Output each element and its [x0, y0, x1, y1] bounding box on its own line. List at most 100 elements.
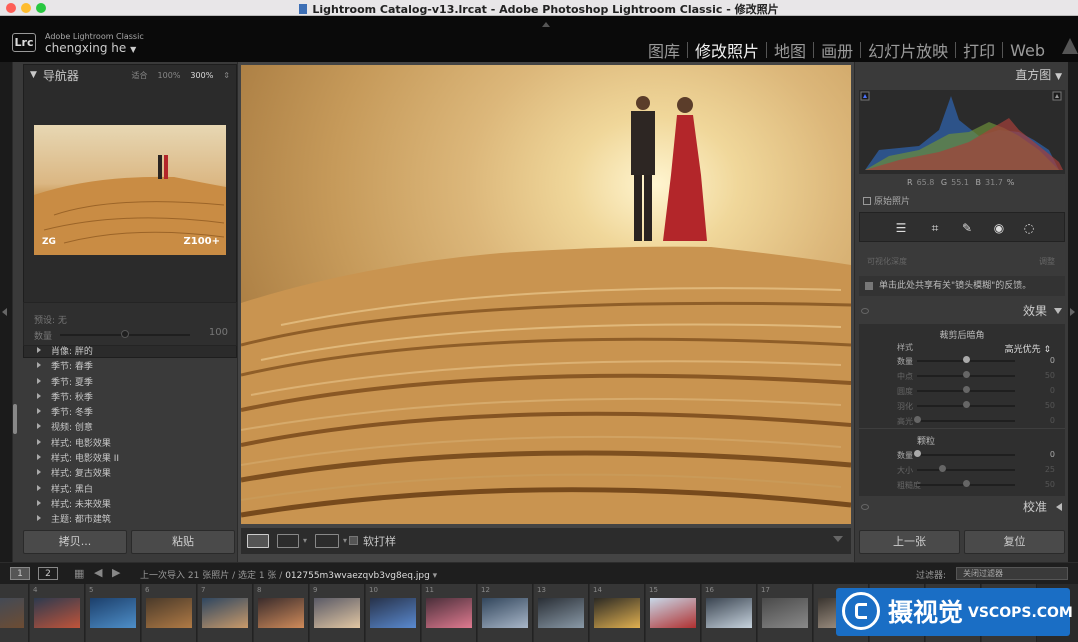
effects-collapse-icon[interactable]	[1054, 308, 1062, 314]
expand-triangle-icon[interactable]	[37, 515, 41, 522]
module-tab[interactable]: Web	[1003, 41, 1052, 60]
expand-triangle-icon[interactable]	[37, 484, 41, 491]
filmstrip-thumbnail[interactable]: 7	[198, 584, 253, 642]
calibration-expand-icon[interactable]	[1056, 503, 1062, 511]
right-panel-toggle-icon[interactable]	[1062, 38, 1078, 54]
filmstrip-thumbnail[interactable]: 4	[30, 584, 85, 642]
expand-triangle-icon[interactable]	[37, 438, 41, 445]
navigator-preview[interactable]: ZG Z100+	[34, 125, 226, 255]
preset-folder[interactable]: 主题: 都市建筑	[37, 513, 237, 528]
slider-row[interactable]: 高光 0	[859, 414, 1065, 428]
filmstrip-thumbnail[interactable]: 15	[646, 584, 701, 642]
zoom-stepper-icon[interactable]: ⇕	[223, 71, 230, 80]
expand-triangle-icon[interactable]	[37, 499, 41, 506]
expand-triangle-icon[interactable]	[37, 347, 41, 353]
effects-visibility-icon[interactable]	[861, 308, 869, 314]
original-photo-toggle[interactable]: 原始照片	[863, 194, 910, 207]
calibration-section-header[interactable]: 校准	[859, 498, 1065, 516]
zoom-fit[interactable]: 适合	[132, 70, 148, 81]
copy-button[interactable]: 拷贝...	[23, 530, 127, 554]
slider-value[interactable]: 50	[1045, 401, 1055, 410]
slider-knob[interactable]	[963, 480, 970, 487]
slider-row[interactable]: 数量 0	[859, 448, 1065, 462]
slider-knob[interactable]	[914, 416, 921, 423]
collapse-left-panel-icon[interactable]	[2, 308, 7, 316]
loupe-view-icon[interactable]	[247, 534, 269, 548]
slider-row[interactable]: 圆度 0	[859, 384, 1065, 398]
slider-knob[interactable]	[963, 401, 970, 408]
depth-visualize-row[interactable]: 可视化深度 调整	[859, 254, 1065, 270]
slider-knob[interactable]	[914, 450, 921, 457]
collapse-right-panel-icon[interactable]	[1070, 308, 1075, 316]
red-eye-icon[interactable]: ◉	[992, 221, 1006, 235]
module-tab[interactable]: 修改照片	[688, 38, 766, 62]
slider-value[interactable]: 0	[1050, 416, 1055, 425]
preset-folder[interactable]: 视频: 创意	[37, 421, 237, 436]
left-panel-scrollbar[interactable]	[13, 404, 17, 434]
edit-sliders-icon[interactable]: ☰	[894, 221, 908, 235]
main-photo[interactable]	[241, 65, 851, 524]
preset-folder[interactable]: 季节: 秋季	[37, 391, 237, 406]
healing-icon[interactable]: ✎	[960, 221, 974, 235]
slider-row[interactable]: 数量 0	[859, 354, 1065, 368]
histogram-graph[interactable]	[859, 90, 1065, 174]
paste-button[interactable]: 粘贴	[131, 530, 235, 554]
slider-row[interactable]: 中点 50	[859, 369, 1065, 383]
zoom-100[interactable]: 100%	[158, 71, 181, 80]
expand-triangle-icon[interactable]	[37, 469, 41, 476]
primary-display-button[interactable]: 1	[10, 567, 30, 580]
reset-button[interactable]: 复位	[964, 530, 1065, 554]
slider-track[interactable]	[917, 454, 1015, 456]
grid-view-icon[interactable]: ▦	[74, 567, 84, 580]
slider-value[interactable]: 0	[1050, 386, 1055, 395]
filmstrip-thumbnail[interactable]: 3	[0, 584, 29, 642]
slider-value[interactable]: 0	[1050, 356, 1055, 365]
collapse-top-panel-icon[interactable]	[542, 22, 550, 27]
filmstrip-thumbnail[interactable]: 13	[534, 584, 589, 642]
preset-folder[interactable]: 季节: 春季	[37, 360, 237, 375]
filmstrip-source-info[interactable]: 上一次导入 21 张照片 / 选定 1 张 / 012755m3wvaezqvb…	[140, 568, 437, 581]
slider-row[interactable]: 粗糙度 50	[859, 478, 1065, 492]
module-tab[interactable]: 幻灯片放映	[861, 38, 955, 62]
navigator-collapse-icon[interactable]: ▼	[30, 70, 37, 80]
module-tab[interactable]: 图库	[641, 38, 687, 62]
filmstrip-thumbnail[interactable]: 17	[758, 584, 813, 642]
feedback-link[interactable]: 单击此处共享有关"镜头模糊"的反馈。	[859, 276, 1065, 296]
slider-row[interactable]: 羽化 50	[859, 399, 1065, 413]
expand-triangle-icon[interactable]	[37, 423, 41, 430]
forward-arrow-icon[interactable]: ▶	[112, 566, 120, 579]
preset-folder[interactable]: 样式: 电影效果 II	[37, 452, 237, 467]
before-after-chevron-icon[interactable]: ▾	[303, 536, 307, 545]
slider-knob[interactable]	[963, 386, 970, 393]
filmstrip-thumbnail[interactable]: 10	[366, 584, 421, 642]
secondary-display-button[interactable]: 2	[38, 567, 58, 580]
expand-triangle-icon[interactable]	[37, 377, 41, 384]
slider-knob[interactable]	[938, 465, 946, 472]
module-tab[interactable]: 打印	[956, 38, 1002, 62]
preset-folder[interactable]: 肖像: 胖的	[37, 345, 237, 360]
slider-value[interactable]: 25	[1045, 465, 1055, 474]
preset-folder[interactable]: 样式: 黑白	[37, 483, 237, 498]
left-panel-edge[interactable]	[0, 62, 12, 562]
right-panel-edge[interactable]	[1068, 62, 1078, 562]
filmstrip-thumbnail[interactable]: 9	[310, 584, 365, 642]
calibration-visibility-icon[interactable]	[861, 504, 869, 510]
user-identity[interactable]: chengxing he ▼	[45, 41, 136, 55]
slider-value[interactable]: 0	[1050, 450, 1055, 459]
expand-triangle-icon[interactable]	[37, 454, 41, 461]
effects-section-header[interactable]: 效果	[859, 302, 1065, 320]
navigator-header[interactable]: ▼ 导航器 适合 100% 300% ⇕	[24, 65, 236, 85]
slider-knob[interactable]	[963, 371, 970, 378]
preset-folder[interactable]: 季节: 冬季	[37, 406, 237, 421]
filmstrip-thumbnail[interactable]: 6	[142, 584, 197, 642]
amount-slider-knob[interactable]	[121, 330, 129, 338]
histogram-header[interactable]: 直方图 ▼	[1015, 66, 1062, 83]
zoom-300[interactable]: 300%	[190, 71, 213, 80]
filmstrip-thumbnail[interactable]: 16	[702, 584, 757, 642]
back-arrow-icon[interactable]: ◀	[94, 566, 102, 579]
preset-folder[interactable]: 季节: 夏季	[37, 376, 237, 391]
previous-button[interactable]: 上一张	[859, 530, 960, 554]
slider-value[interactable]: 50	[1045, 480, 1055, 489]
filmstrip-thumbnail[interactable]: 8	[254, 584, 309, 642]
slider-value[interactable]: 50	[1045, 371, 1055, 380]
